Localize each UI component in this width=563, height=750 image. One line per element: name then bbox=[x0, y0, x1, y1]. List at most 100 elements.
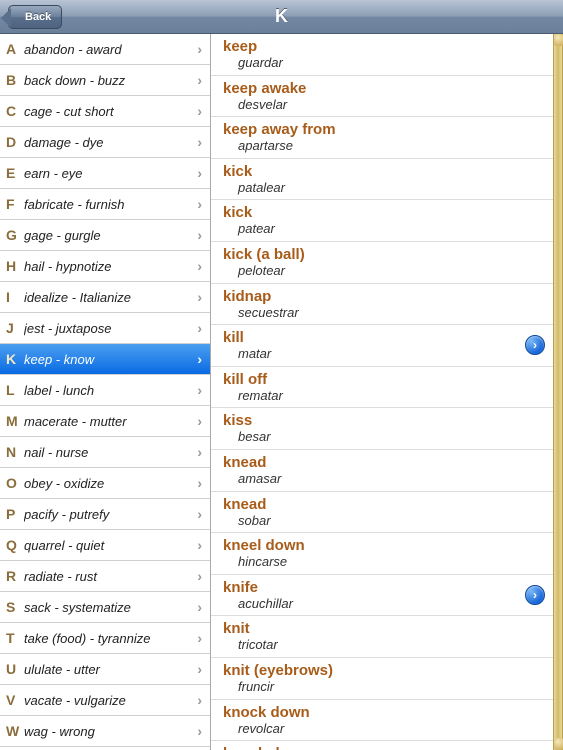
sidebar-range: label - lunch bbox=[24, 383, 197, 398]
sidebar-item-w[interactable]: Wwag - wrong› bbox=[0, 716, 210, 747]
entry-term: kneel down bbox=[223, 537, 543, 554]
entry-term: knife bbox=[223, 579, 543, 596]
sidebar-item-g[interactable]: Ggage - gurgle› bbox=[0, 220, 210, 251]
sidebar-item-d[interactable]: Ddamage - dye› bbox=[0, 127, 210, 158]
chevron-right-icon: › bbox=[197, 165, 202, 181]
sidebar-item-j[interactable]: Jjest - juxtapose› bbox=[0, 313, 210, 344]
dictionary-entry[interactable]: kickpatear bbox=[211, 200, 553, 242]
entry-translation: patalear bbox=[223, 180, 543, 196]
entry-term: kidnap bbox=[223, 288, 543, 305]
sidebar-item-p[interactable]: Ppacify - putrefy› bbox=[0, 499, 210, 530]
sidebar-letter: M bbox=[6, 413, 24, 429]
entry-term: knead bbox=[223, 454, 543, 471]
sidebar-range: take (food) - tyrannize bbox=[24, 631, 197, 646]
chevron-right-icon: › bbox=[197, 723, 202, 739]
dictionary-entry[interactable]: kickpatalear bbox=[211, 159, 553, 201]
chevron-right-icon: › bbox=[197, 413, 202, 429]
detail-disclosure-icon[interactable]: › bbox=[525, 335, 545, 355]
scrollbar-track[interactable] bbox=[553, 34, 563, 750]
dictionary-entry[interactable]: kneadsobar bbox=[211, 492, 553, 534]
sidebar-letter: W bbox=[6, 723, 24, 739]
sidebar-range: wag - wrong bbox=[24, 724, 197, 739]
sidebar-item-v[interactable]: Vvacate - vulgarize› bbox=[0, 685, 210, 716]
sidebar-item-i[interactable]: Iidealize - Italianize› bbox=[0, 282, 210, 313]
dictionary-entry[interactable]: keep away fromapartarse bbox=[211, 117, 553, 159]
sidebar-range: pacify - putrefy bbox=[24, 507, 197, 522]
dictionary-entry[interactable]: knit (eyebrows)fruncir bbox=[211, 658, 553, 700]
entry-term: keep awake bbox=[223, 80, 543, 97]
dictionary-entry[interactable]: knock downtumbar bbox=[211, 741, 553, 750]
sidebar-item-u[interactable]: Uululate - utter› bbox=[0, 654, 210, 685]
entry-translation: apartarse bbox=[223, 138, 543, 154]
chevron-right-icon: › bbox=[197, 103, 202, 119]
sidebar-range: radiate - rust bbox=[24, 569, 197, 584]
detail-disclosure-icon[interactable]: › bbox=[525, 585, 545, 605]
dictionary-entry[interactable]: knittricotar bbox=[211, 616, 553, 658]
sidebar-range: nail - nurse bbox=[24, 445, 197, 460]
back-button-label: Back bbox=[25, 11, 51, 23]
dictionary-entry[interactable]: kill offrematar bbox=[211, 367, 553, 409]
sidebar-letter: L bbox=[6, 382, 24, 398]
entry-term: keep bbox=[223, 38, 543, 55]
sidebar-range: quarrel - quiet bbox=[24, 538, 197, 553]
entry-translation: matar bbox=[223, 346, 543, 362]
entry-term: knit bbox=[223, 620, 543, 637]
chevron-right-icon: › bbox=[197, 196, 202, 212]
header-bar: Back K bbox=[0, 0, 563, 34]
dictionary-entry[interactable]: knifeacuchillar› bbox=[211, 575, 553, 617]
sidebar-letter: J bbox=[6, 320, 24, 336]
scroll-cap-bottom bbox=[554, 738, 563, 750]
sidebar-range: cage - cut short bbox=[24, 104, 197, 119]
entry-term: knock down bbox=[223, 745, 543, 750]
sidebar-range: hail - hypnotize bbox=[24, 259, 197, 274]
dictionary-entry[interactable]: keepguardar bbox=[211, 34, 553, 76]
sidebar-letter: D bbox=[6, 134, 24, 150]
sidebar-item-f[interactable]: Ffabricate - furnish› bbox=[0, 189, 210, 220]
sidebar-item-q[interactable]: Qquarrel - quiet› bbox=[0, 530, 210, 561]
sidebar-item-e[interactable]: Eearn - eye› bbox=[0, 158, 210, 189]
sidebar-range: earn - eye bbox=[24, 166, 197, 181]
back-button[interactable]: Back bbox=[8, 5, 62, 29]
sidebar-item-n[interactable]: Nnail - nurse› bbox=[0, 437, 210, 468]
sidebar-item-s[interactable]: Ssack - systematize› bbox=[0, 592, 210, 623]
sidebar-item-l[interactable]: Llabel - lunch› bbox=[0, 375, 210, 406]
sidebar-letter: Q bbox=[6, 537, 24, 553]
dictionary-entry[interactable]: kick (a ball)pelotear bbox=[211, 242, 553, 284]
sidebar-item-r[interactable]: Rradiate - rust› bbox=[0, 561, 210, 592]
sidebar-letter: P bbox=[6, 506, 24, 522]
entries-panel: keepguardarkeep awakedesvelarkeep away f… bbox=[211, 34, 563, 750]
entry-translation: amasar bbox=[223, 471, 543, 487]
sidebar-letter: S bbox=[6, 599, 24, 615]
dictionary-entry[interactable]: killmatar› bbox=[211, 325, 553, 367]
sidebar-range: macerate - mutter bbox=[24, 414, 197, 429]
dictionary-entry[interactable]: kneadamasar bbox=[211, 450, 553, 492]
entry-translation: rematar bbox=[223, 388, 543, 404]
sidebar-item-k[interactable]: Kkeep - know› bbox=[0, 344, 210, 375]
content-area: Aabandon - award›Bback down - buzz›Ccage… bbox=[0, 34, 563, 750]
sidebar-letter: O bbox=[6, 475, 24, 491]
sidebar-item-c[interactable]: Ccage - cut short› bbox=[0, 96, 210, 127]
entry-translation: guardar bbox=[223, 55, 543, 71]
sidebar-item-h[interactable]: Hhail - hypnotize› bbox=[0, 251, 210, 282]
chevron-right-icon: › bbox=[197, 506, 202, 522]
dictionary-entry[interactable]: kidnapsecuestrar bbox=[211, 284, 553, 326]
entry-term: kick (a ball) bbox=[223, 246, 543, 263]
sidebar-item-a[interactable]: Aabandon - award› bbox=[0, 34, 210, 65]
sidebar-range: sack - systematize bbox=[24, 600, 197, 615]
entry-translation: patear bbox=[223, 221, 543, 237]
sidebar-letter: K bbox=[6, 351, 24, 367]
entry-term: kick bbox=[223, 163, 543, 180]
sidebar-range: ululate - utter bbox=[24, 662, 197, 677]
dictionary-entry[interactable]: keep awakedesvelar bbox=[211, 76, 553, 118]
chevron-right-icon: › bbox=[197, 41, 202, 57]
sidebar-item-m[interactable]: Mmacerate - mutter› bbox=[0, 406, 210, 437]
dictionary-entry[interactable]: kissbesar bbox=[211, 408, 553, 450]
sidebar-item-t[interactable]: Ttake (food) - tyrannize› bbox=[0, 623, 210, 654]
sidebar-letter: H bbox=[6, 258, 24, 274]
sidebar-item-b[interactable]: Bback down - buzz› bbox=[0, 65, 210, 96]
entry-translation: secuestrar bbox=[223, 305, 543, 321]
dictionary-entry[interactable]: knock downrevolcar bbox=[211, 700, 553, 742]
entry-translation: acuchillar bbox=[223, 596, 543, 612]
sidebar-item-o[interactable]: Oobey - oxidize› bbox=[0, 468, 210, 499]
dictionary-entry[interactable]: kneel downhincarse bbox=[211, 533, 553, 575]
